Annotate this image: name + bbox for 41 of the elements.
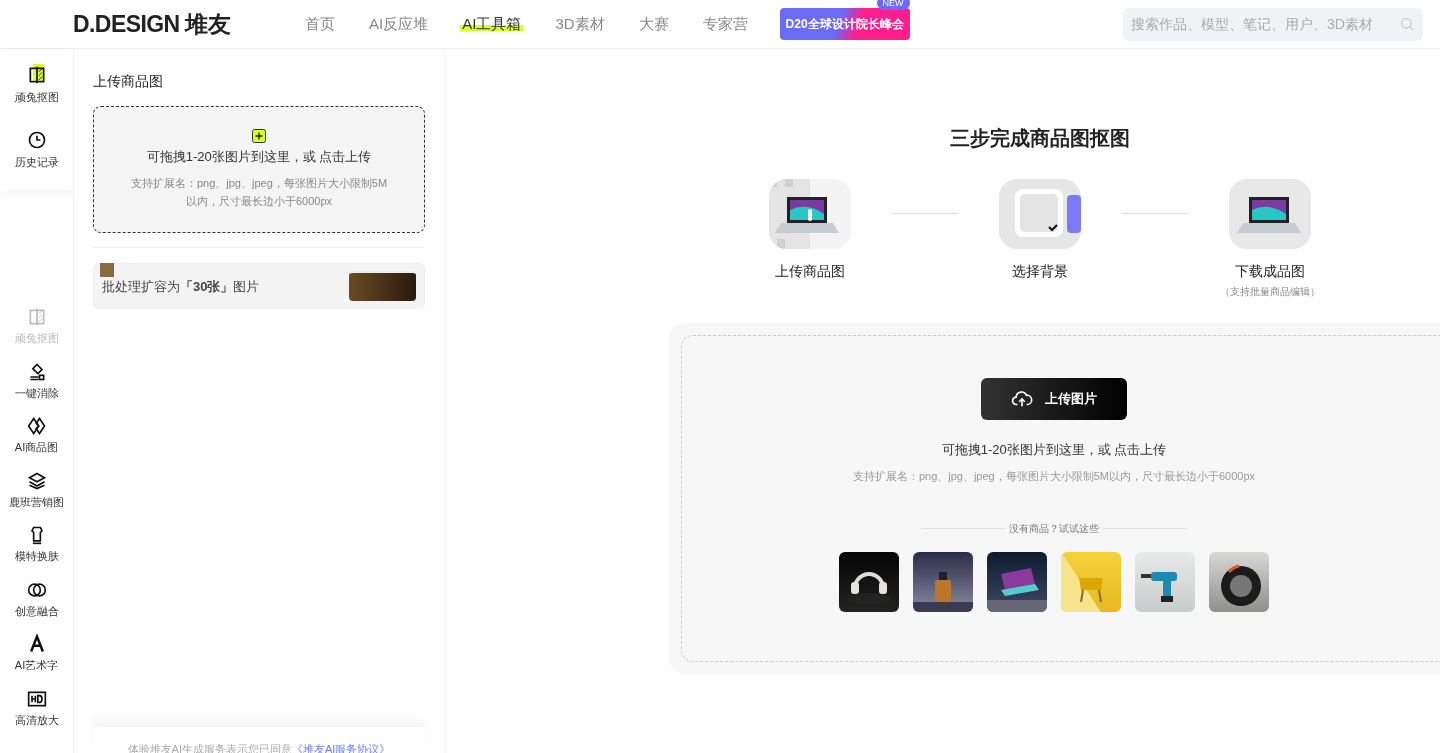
nav-link[interactable]: AI反应堆 xyxy=(367,12,431,36)
nav-link[interactable]: 专家营 xyxy=(700,12,750,36)
tool-item[interactable]: 一键消除 xyxy=(0,361,73,401)
step-label: 选择背景 xyxy=(1011,262,1068,281)
tool-item[interactable]: AI艺术字 xyxy=(0,634,73,674)
nav-link[interactable]: 首页 xyxy=(303,12,337,36)
nav-link[interactable]: 3D素材 xyxy=(553,12,607,36)
clock-icon xyxy=(26,129,47,150)
logo[interactable]: D.DESIGN 堆友 xyxy=(73,6,303,42)
layers-icon xyxy=(26,470,47,491)
new-badge: NEW xyxy=(876,0,910,10)
dropzone-hint: 支持扩展名：png、jpg、jpeg，每张图片大小限制5M以内，尺寸最长边小于6000px xyxy=(129,176,389,210)
tool-item[interactable]: 高清放大 xyxy=(0,688,73,728)
promo-graphic xyxy=(349,271,416,301)
samples-title: 没有商品？试试这些 xyxy=(1009,522,1099,536)
plus-icon xyxy=(252,128,266,143)
tool-item[interactable]: 模特换肤 xyxy=(0,525,73,565)
upload-hint: 支持扩展名：png、jpg、jpeg，每张图片大小限制5M以内，尺寸最长边小于6000px xyxy=(852,468,1256,484)
promo-corner xyxy=(100,263,114,277)
upload-text: 可拖拽1-20张图片到这里，或 点击上传 xyxy=(941,441,1167,459)
step-label: 上传商品图 xyxy=(774,262,845,281)
dropzone-text: 可拖拽1-20张图片到这里，或 点击上传 xyxy=(146,147,372,166)
upload-button[interactable]: 上传图片 xyxy=(981,378,1127,420)
sidebar-item[interactable]: 历史记录 xyxy=(0,129,73,170)
diamond-icon xyxy=(26,416,47,436)
nav-link[interactable]: 大赛 xyxy=(636,12,671,36)
step-label: 下载成品图 xyxy=(1234,262,1305,281)
step-note: （支持批量商品编辑） xyxy=(1219,285,1320,299)
dropzone[interactable]: 可拖拽1-20张图片到这里，或 点击上传 支持扩展名：png、jpg、jpeg，每张图片大小限制5M以内，尺寸最长边小于6000px xyxy=(93,106,425,233)
promo-button[interactable]: D20全球设计院长峰会 xyxy=(779,8,910,40)
tool-item[interactable]: AI商品图 xyxy=(0,416,73,456)
tool-item[interactable]: 创意融合 xyxy=(0,579,73,619)
tool-item[interactable]: 鹿班营销图 xyxy=(0,470,73,510)
panel-title: 上传商品图 xyxy=(93,72,164,91)
promo-text: 批处理扩容为「30张」图片 xyxy=(102,278,260,297)
search-icon xyxy=(1399,16,1415,32)
selection-marker xyxy=(32,64,43,82)
sidebar-item[interactable]: 顽兔抠图 xyxy=(0,65,73,106)
promo-card[interactable]: 批处理扩容为「30张」图片 xyxy=(93,263,425,309)
upload-area[interactable]: 上传图片 可拖拽1-20张图片到这里，或 点击上传 支持扩展名：png、jpg、jpeg，每张图片大小限制5M以内，尺寸最长边小于6000px 没有商品？试试这些 xyxy=(681,335,1440,662)
main-title: 三步完成商品图抠图 xyxy=(949,126,1130,151)
